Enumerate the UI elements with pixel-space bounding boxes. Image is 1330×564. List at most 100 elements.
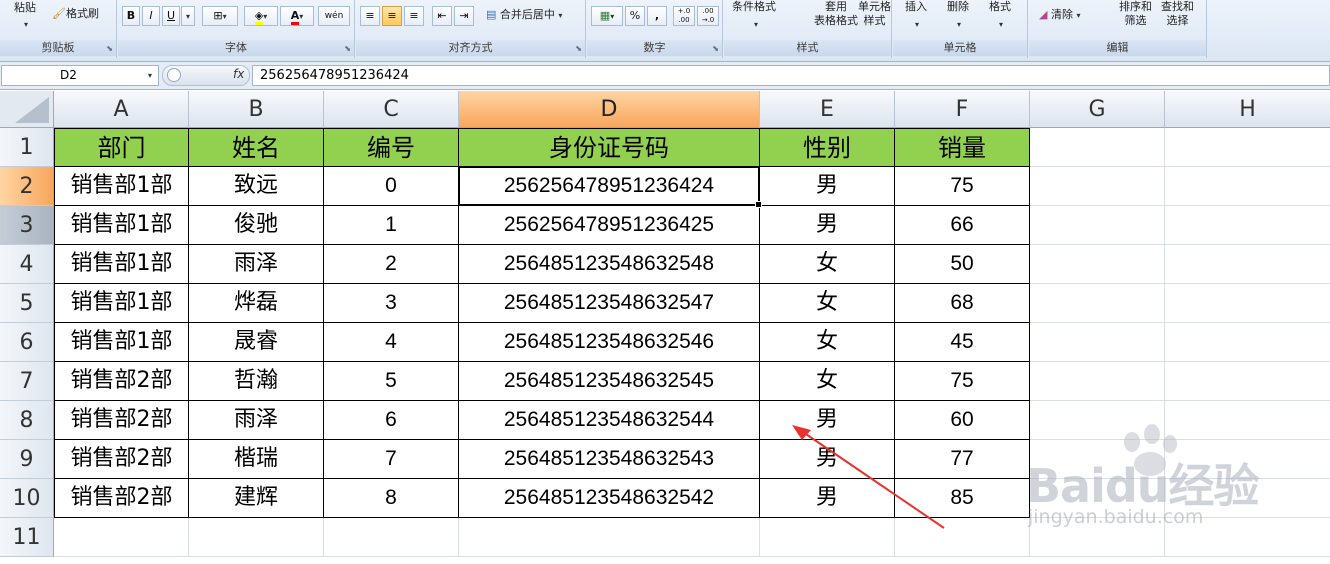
accounting-format-button[interactable]: ▦▾: [591, 6, 623, 26]
row-header-1[interactable]: 1: [0, 128, 54, 167]
empty-cell[interactable]: [1030, 245, 1165, 284]
table-cell[interactable]: 256485123548632548: [459, 245, 760, 284]
increase-decimal-button[interactable]: +.0 .00: [673, 6, 695, 26]
fill-color-button[interactable]: ◈▾: [244, 6, 278, 26]
empty-cell[interactable]: [1165, 518, 1330, 557]
clear-button[interactable]: ◢ 清除 ▾: [1039, 8, 1080, 23]
insert-function-button[interactable]: fx: [233, 67, 244, 81]
table-cell[interactable]: 256485123548632547: [459, 284, 760, 323]
table-cell[interactable]: 女: [760, 362, 895, 401]
table-cell[interactable]: 77: [895, 440, 1030, 479]
table-cell[interactable]: 5: [324, 362, 459, 401]
sort-filter-button[interactable]: 排序和 筛选: [1119, 0, 1152, 28]
table-cell[interactable]: 女: [760, 284, 895, 323]
increase-indent-button[interactable]: ⇥: [454, 6, 474, 26]
table-cell[interactable]: 楷瑞: [189, 440, 324, 479]
empty-cell[interactable]: [1165, 206, 1330, 245]
format-painter-button[interactable]: 🖌格式刷: [52, 7, 99, 21]
empty-cell[interactable]: [1165, 284, 1330, 323]
table-cell[interactable]: 女: [760, 245, 895, 284]
column-header-h[interactable]: H: [1165, 91, 1330, 128]
table-cell[interactable]: 50: [895, 245, 1030, 284]
underline-dropdown-icon[interactable]: ▾: [181, 6, 195, 26]
table-header-cell[interactable]: 销量: [895, 128, 1030, 167]
table-cell[interactable]: 晟睿: [189, 323, 324, 362]
align-right-button[interactable]: ≡: [404, 6, 424, 26]
conditional-format-button[interactable]: 条件格式: [732, 0, 776, 14]
table-cell[interactable]: 3: [324, 284, 459, 323]
table-cell[interactable]: 男: [760, 401, 895, 440]
font-dialog-launcher-icon[interactable]: ⬊: [344, 44, 351, 53]
delete-dropdown-icon[interactable]: ▾: [957, 18, 961, 32]
row-header-7[interactable]: 7: [0, 362, 54, 401]
format-button[interactable]: 格式: [989, 0, 1011, 14]
table-cell[interactable]: 75: [895, 362, 1030, 401]
empty-cell[interactable]: [1165, 128, 1330, 167]
column-header-e[interactable]: E: [760, 91, 895, 128]
table-cell[interactable]: 60: [895, 401, 1030, 440]
table-cell[interactable]: 销售部1部: [54, 245, 189, 284]
empty-cell[interactable]: [895, 518, 1030, 557]
table-cell[interactable]: 75: [895, 167, 1030, 206]
table-cell[interactable]: 销售部1部: [54, 206, 189, 245]
name-box[interactable]: D2 ▾: [1, 65, 159, 86]
table-cell[interactable]: 2: [324, 245, 459, 284]
bold-button[interactable]: B: [122, 6, 140, 26]
borders-button[interactable]: ⊞▾: [202, 6, 238, 26]
empty-cell[interactable]: [1030, 518, 1165, 557]
percent-button[interactable]: %: [625, 6, 645, 26]
empty-cell[interactable]: [1030, 284, 1165, 323]
row-header-11[interactable]: 11: [0, 518, 54, 557]
align-left-button[interactable]: ≡: [360, 6, 380, 26]
column-header-g[interactable]: G: [1030, 91, 1165, 128]
table-cell[interactable]: 256256478951236425: [459, 206, 760, 245]
table-cell[interactable]: 销售部2部: [54, 362, 189, 401]
select-all-button[interactable]: [0, 91, 54, 128]
table-header-cell[interactable]: 部门: [54, 128, 189, 167]
empty-cell[interactable]: [1165, 362, 1330, 401]
empty-cell[interactable]: [1165, 167, 1330, 206]
table-header-cell[interactable]: 姓名: [189, 128, 324, 167]
paste-dropdown-icon[interactable]: ▾: [24, 18, 28, 32]
row-header-10[interactable]: 10: [0, 479, 54, 518]
table-cell[interactable]: 66: [895, 206, 1030, 245]
table-cell[interactable]: 6: [324, 401, 459, 440]
cell-styles-button[interactable]: 单元格 样式: [858, 0, 891, 28]
formula-input[interactable]: 256256478951236424: [252, 65, 1330, 86]
table-cell[interactable]: 0: [324, 167, 459, 206]
row-header-4[interactable]: 4: [0, 245, 54, 284]
column-header-c[interactable]: C: [324, 91, 459, 128]
empty-cell[interactable]: [1165, 245, 1330, 284]
table-cell[interactable]: 销售部2部: [54, 479, 189, 518]
table-cell[interactable]: 8: [324, 479, 459, 518]
table-cell[interactable]: 销售部1部: [54, 323, 189, 362]
table-cell[interactable]: 雨泽: [189, 401, 324, 440]
comma-style-button[interactable]: ,: [647, 6, 667, 26]
find-select-button[interactable]: 查找和 选择: [1161, 0, 1194, 28]
insert-button[interactable]: 插入: [905, 0, 927, 14]
name-box-dropdown-icon[interactable]: ▾: [148, 66, 152, 85]
table-cell[interactable]: 哲瀚: [189, 362, 324, 401]
table-cell[interactable]: 1: [324, 206, 459, 245]
table-cell[interactable]: 256485123548632544: [459, 401, 760, 440]
empty-cell[interactable]: [54, 518, 189, 557]
paste-button[interactable]: 粘贴: [14, 1, 36, 15]
empty-cell[interactable]: [1030, 440, 1165, 479]
conditional-format-dropdown-icon[interactable]: ▾: [754, 18, 758, 32]
table-cell[interactable]: 致远: [189, 167, 324, 206]
empty-cell[interactable]: [1030, 362, 1165, 401]
table-cell[interactable]: 烨磊: [189, 284, 324, 323]
row-header-2[interactable]: 2: [0, 167, 54, 206]
merge-center-button[interactable]: ▤ 合并后居中 ▾: [486, 8, 562, 23]
number-dialog-launcher-icon[interactable]: ⬊: [712, 44, 719, 53]
row-header-8[interactable]: 8: [0, 401, 54, 440]
empty-cell[interactable]: [1030, 128, 1165, 167]
row-header-9[interactable]: 9: [0, 440, 54, 479]
empty-cell[interactable]: [1030, 479, 1165, 518]
column-header-d[interactable]: D: [459, 91, 760, 128]
row-header-5[interactable]: 5: [0, 284, 54, 323]
empty-cell[interactable]: [1165, 323, 1330, 362]
table-cell[interactable]: 销售部1部: [54, 284, 189, 323]
empty-cell[interactable]: [1165, 440, 1330, 479]
table-cell[interactable]: 256485123548632545: [459, 362, 760, 401]
